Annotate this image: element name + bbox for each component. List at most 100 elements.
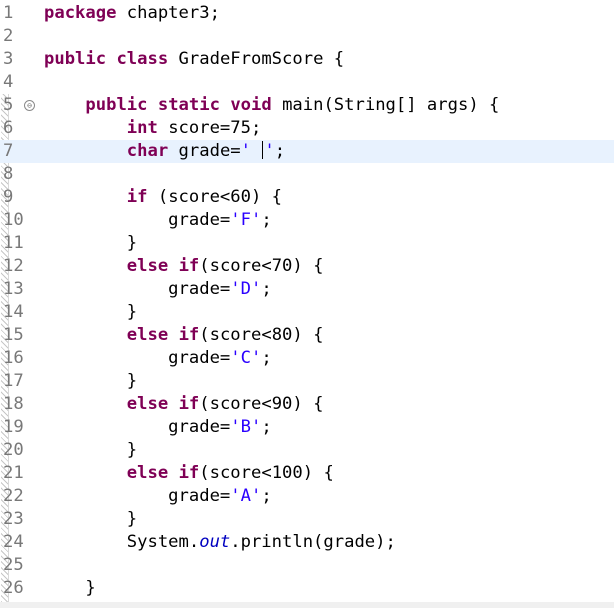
- code-token: grade=: [44, 348, 231, 368]
- line-number: 24: [3, 532, 24, 552]
- code-token: else: [126, 256, 169, 276]
- line-number: 9: [3, 187, 14, 207]
- line-number: 10: [3, 210, 24, 230]
- line-number: 19: [3, 417, 24, 437]
- code-line[interactable]: 9 if (score<60) {: [0, 186, 614, 209]
- line-number-gutter: 6: [0, 117, 40, 140]
- fold-collapse-icon[interactable]: ⊖: [24, 100, 35, 111]
- code-line[interactable]: 4: [0, 71, 614, 94]
- code-line[interactable]: 25: [0, 554, 614, 577]
- line-code: if (score<60) {: [44, 186, 282, 209]
- line-number: 5: [3, 95, 14, 115]
- code-token: ;: [261, 486, 272, 506]
- line-number: 14: [3, 302, 24, 322]
- line-number-gutter: 23: [0, 508, 40, 531]
- code-token: if: [178, 325, 200, 345]
- code-editor[interactable]: 1 package chapter3; 2 3 public class GradeFr…: [0, 0, 614, 608]
- line-code: grade='D';: [44, 278, 272, 301]
- code-line[interactable]: 6 int score=75;: [0, 117, 614, 140]
- code-token: 'C': [230, 348, 262, 368]
- code-token: else: [126, 325, 169, 345]
- code-token: }: [44, 302, 138, 322]
- code-line[interactable]: 21 else if(score<100) {: [0, 462, 614, 485]
- code-token: ;: [261, 210, 272, 230]
- code-token: 'F': [230, 210, 262, 230]
- code-token: if: [178, 256, 200, 276]
- code-token: GradeFromScore {: [168, 49, 345, 69]
- line-code: char grade=' ';: [44, 140, 285, 163]
- code-token: grade=: [44, 279, 231, 299]
- code-line[interactable]: 19 grade='B';: [0, 416, 614, 439]
- code-token: if: [126, 187, 148, 207]
- line-number: 18: [3, 394, 24, 414]
- line-number: 8: [3, 164, 14, 184]
- code-token: 'D': [230, 279, 262, 299]
- code-line[interactable]: 8: [0, 163, 614, 186]
- code-line[interactable]: 3 public class GradeFromScore {: [0, 48, 614, 71]
- code-line[interactable]: 10 grade='F';: [0, 209, 614, 232]
- code-token: ;: [261, 348, 272, 368]
- code-token: class: [116, 49, 169, 69]
- code-line[interactable]: 15 else if(score<80) {: [0, 324, 614, 347]
- code-line[interactable]: 5 ⊖ public static void main(String[] args…: [0, 94, 614, 117]
- code-line[interactable]: 11 }: [0, 232, 614, 255]
- line-code: grade='C';: [44, 347, 272, 370]
- code-token: static: [157, 95, 220, 115]
- line-code: else if(score<100) {: [44, 462, 334, 485]
- code-token: ': [240, 141, 262, 161]
- line-code: package chapter3;: [44, 2, 220, 25]
- code-line[interactable]: 26 }: [0, 577, 614, 600]
- line-code: grade='B';: [44, 416, 272, 439]
- code-token: if: [178, 394, 200, 414]
- line-number-gutter: 2: [0, 25, 40, 48]
- code-token: (score<80) {: [199, 325, 324, 345]
- code-line[interactable]: 22 grade='A';: [0, 485, 614, 508]
- code-token: int: [126, 118, 158, 138]
- code-line[interactable]: 7 char grade=' ';: [0, 140, 614, 163]
- line-number-gutter: 10: [0, 209, 40, 232]
- line-number: 23: [3, 509, 24, 529]
- code-line[interactable]: 13 grade='D';: [0, 278, 614, 301]
- code-line[interactable]: 2: [0, 25, 614, 48]
- line-number: 11: [3, 233, 24, 253]
- line-code: }: [44, 577, 95, 600]
- code-token: }: [44, 233, 138, 253]
- horizontal-scrollbar[interactable]: [0, 602, 614, 608]
- code-token: out: [199, 532, 231, 552]
- line-number-gutter: 19: [0, 416, 40, 439]
- line-number-gutter: 16: [0, 347, 40, 370]
- line-number: 2: [3, 26, 14, 46]
- line-number-gutter: 15: [0, 324, 40, 347]
- code-token: (score<60) {: [147, 187, 283, 207]
- code-line[interactable]: 23 }: [0, 508, 614, 531]
- line-number-gutter: 17: [0, 370, 40, 393]
- line-number-gutter: 21: [0, 462, 40, 485]
- code-token: ;: [261, 279, 272, 299]
- code-line[interactable]: 1 package chapter3;: [0, 2, 614, 25]
- line-number: 3: [3, 49, 14, 69]
- line-number: 26: [3, 578, 24, 598]
- code-line[interactable]: 18 else if(score<90) {: [0, 393, 614, 416]
- code-line[interactable]: 17 }: [0, 370, 614, 393]
- code-line[interactable]: 16 grade='C';: [0, 347, 614, 370]
- code-token: }: [44, 440, 138, 460]
- code-line[interactable]: 20 }: [0, 439, 614, 462]
- line-code: else if(score<70) {: [44, 255, 324, 278]
- line-code: public static void main(String[] args) {: [44, 94, 499, 117]
- code-line[interactable]: 24 System.out.println(grade);: [0, 531, 614, 554]
- code-line[interactable]: 12 else if(score<70) {: [0, 255, 614, 278]
- line-number: 1: [3, 3, 14, 23]
- code-line[interactable]: 14 }: [0, 301, 614, 324]
- code-token: .println(grade);: [230, 532, 396, 552]
- line-code: grade='F';: [44, 209, 272, 232]
- code-token: ;: [261, 417, 272, 437]
